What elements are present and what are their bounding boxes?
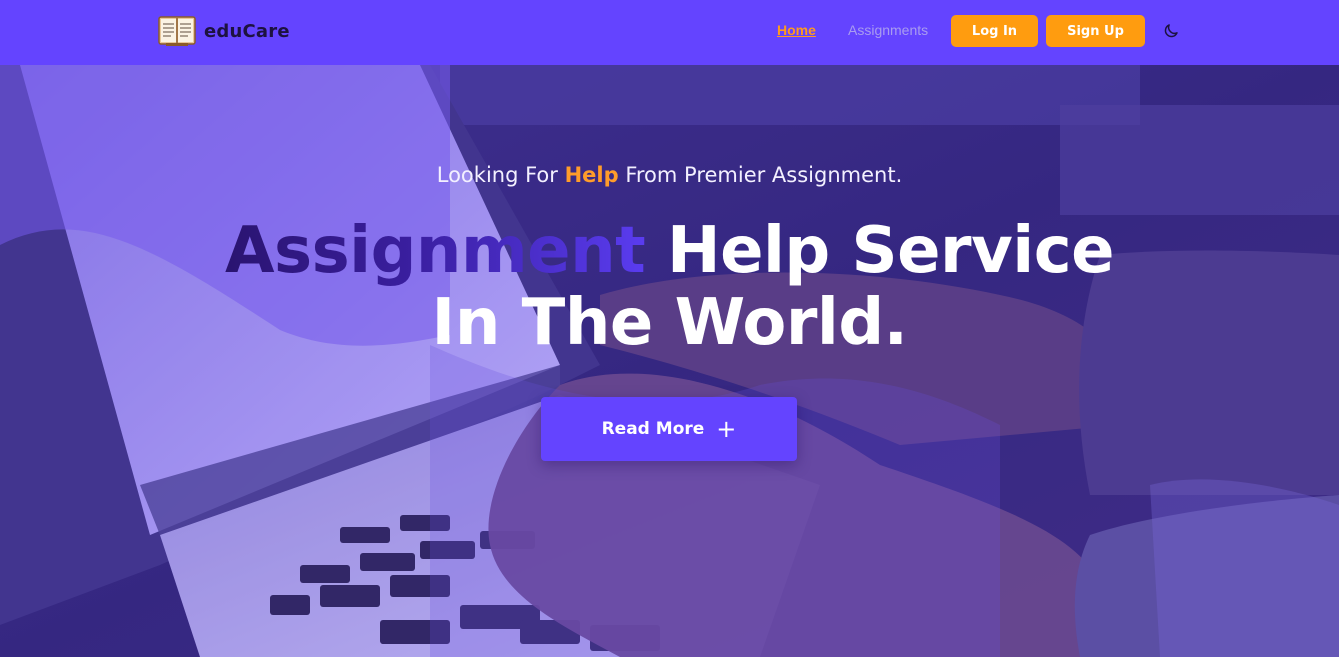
hero-background-image [0,65,1339,657]
hero-section: Looking For Help From Premier Assignment… [0,65,1339,657]
read-more-label: Read More [601,419,705,439]
nav-link-assignments[interactable]: Assignments [848,22,928,38]
login-button[interactable]: Log In [951,15,1038,47]
brand-name: eduCare [204,20,290,42]
headline-accent: Assignment [224,214,646,288]
brand[interactable]: eduCare [158,14,290,48]
headline-rest: Help Service [645,214,1115,288]
tagline-after: From Premier Assignment. [618,163,903,187]
hero-headline: Assignment Help Service In The World. [0,215,1339,359]
open-book-icon [158,16,196,46]
hero-tagline: Looking For Help From Premier Assignment… [0,163,1339,187]
headline-line2: In The World. [431,286,908,360]
tagline-before: Looking For [436,163,565,187]
read-more-button[interactable]: Read More + [541,397,797,461]
nav-link-home[interactable]: Home [777,22,816,38]
navbar: eduCare Home Assignments Log In Sign Up [0,0,1339,65]
plus-icon: + [716,415,737,443]
moon-icon[interactable] [1162,22,1180,40]
tagline-highlight: Help [564,163,619,187]
signup-button[interactable]: Sign Up [1046,15,1145,47]
